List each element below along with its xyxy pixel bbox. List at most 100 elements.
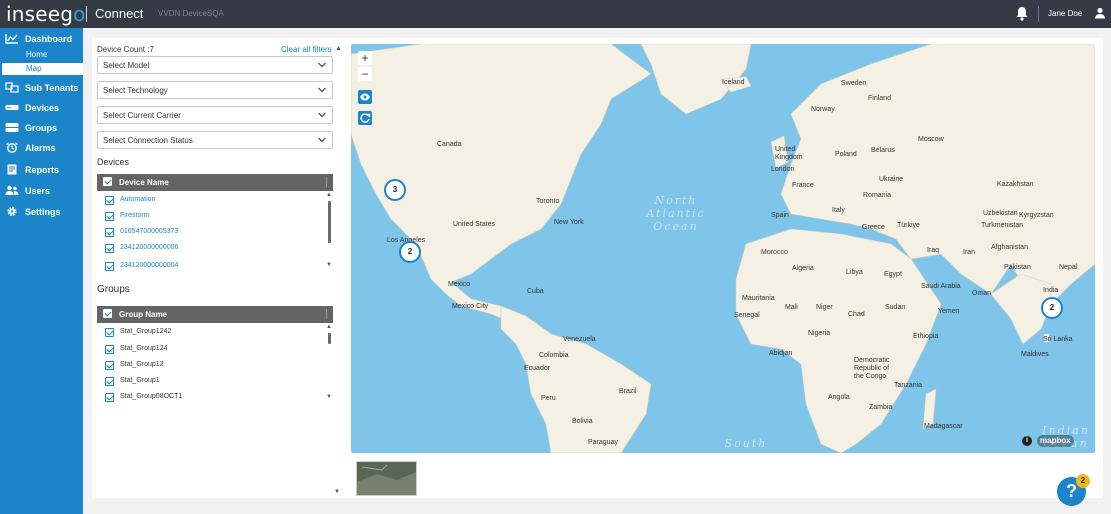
- device-row-link[interactable]: 234120000000006: [120, 244, 178, 251]
- group-checkbox[interactable]: [105, 328, 114, 337]
- sidebar-item-dashboard[interactable]: Dashboard: [0, 29, 83, 49]
- users-icon: [5, 185, 19, 195]
- sidebar-item-users[interactable]: Users: [0, 181, 83, 201]
- sidebar-subitem-label: Map: [26, 64, 42, 73]
- device-row-link[interactable]: 016547000005373: [120, 228, 178, 235]
- map-label: Iceland: [722, 79, 745, 86]
- map-label: Senegal: [734, 312, 760, 319]
- zoom-out-button[interactable]: −: [358, 67, 372, 81]
- map-label: Poland: [835, 151, 857, 158]
- technology-select[interactable]: Select Technology: [97, 81, 333, 99]
- refresh-button[interactable]: [358, 111, 372, 125]
- group-checkbox[interactable]: [105, 377, 114, 386]
- zoom-in-button[interactable]: +: [358, 51, 372, 65]
- map-label: Sweden: [841, 80, 867, 87]
- world-map[interactable]: + − North Atlantic Ocean South Indian Oc…: [351, 44, 1095, 453]
- info-icon[interactable]: i: [1022, 436, 1032, 446]
- visibility-button[interactable]: [358, 90, 372, 104]
- group-row-label: Stat_Group1: [120, 377, 160, 384]
- current-carrier-select[interactable]: Select Current Carrier: [97, 106, 333, 124]
- device-cluster-marker[interactable]: 3: [384, 179, 406, 201]
- group-row-label: Stat_Group1242: [120, 328, 172, 335]
- map-land: [351, 44, 1095, 453]
- device-checkbox[interactable]: [105, 212, 114, 221]
- ocean-label-line: North: [654, 194, 698, 207]
- sidebar-subitem-map[interactable]: Map: [2, 63, 83, 75]
- header-divider: [86, 6, 87, 22]
- device-checkbox[interactable]: [105, 244, 114, 253]
- map-label: Brazil: [619, 388, 637, 395]
- scroll-up-icon[interactable]: ▲: [326, 324, 332, 330]
- group-checkbox[interactable]: [105, 345, 114, 354]
- devices-scrollbar[interactable]: [328, 201, 331, 243]
- gear-icon: [7, 206, 17, 217]
- sidebar-item-label: Settings: [25, 207, 61, 217]
- map-label: Niger: [816, 304, 833, 311]
- chevron-down-icon: [318, 137, 326, 143]
- bell-icon[interactable]: [1015, 6, 1029, 26]
- panel-scroll-down-icon[interactable]: ▼: [334, 489, 340, 495]
- sidebar-item-alarms[interactable]: Alarms: [0, 138, 83, 158]
- alarm-icon: [6, 142, 18, 153]
- groups-scrollbar[interactable]: [328, 333, 331, 344]
- user-name[interactable]: Jane Doe: [1048, 9, 1082, 18]
- scroll-down-icon[interactable]: ▼: [326, 394, 332, 400]
- map-label: Iraq: [927, 247, 940, 254]
- map-label: Tanzania: [894, 382, 923, 389]
- device-row-link[interactable]: 234120000000004: [120, 262, 178, 269]
- satellite-view-thumbnail[interactable]: [356, 461, 417, 496]
- map-label: Nepal: [1059, 264, 1078, 271]
- tenant-name[interactable]: VVDN DeviceSQA: [158, 9, 224, 18]
- map-label: Iran: [963, 249, 976, 256]
- device-cluster-marker[interactable]: 2: [399, 241, 421, 263]
- map-label: Yemen: [938, 308, 960, 315]
- map-label: Mauritania: [742, 295, 775, 302]
- map-label: France: [792, 182, 814, 189]
- scroll-down-icon[interactable]: ▼: [326, 262, 332, 268]
- select-all-groups-checkbox[interactable]: [103, 309, 112, 318]
- group-checkbox[interactable]: [105, 361, 114, 370]
- device-checkbox[interactable]: [105, 262, 114, 271]
- user-icon[interactable]: [1094, 6, 1106, 24]
- clear-all-filters-link[interactable]: Clear all filters: [281, 45, 332, 54]
- inseego-logo[interactable]: inseego: [6, 2, 86, 26]
- device-cluster-marker[interactable]: 2: [1041, 297, 1063, 319]
- select-all-devices-checkbox[interactable]: [103, 177, 112, 186]
- group-checkbox[interactable]: [105, 393, 114, 402]
- satellite-thumbnail-image: [357, 462, 416, 495]
- top-bar: inseego Connect VVDN DeviceSQA Jane Doe: [0, 0, 1111, 28]
- chevron-down-icon: [318, 87, 326, 93]
- column-menu-icon[interactable]: [326, 177, 327, 187]
- device-checkbox[interactable]: [105, 228, 114, 237]
- sidebar-item-devices[interactable]: Devices: [0, 98, 83, 118]
- mapbox-attribution[interactable]: mapbox: [1037, 435, 1074, 447]
- map-label: Turkmenistan: [981, 222, 1024, 229]
- map-label: Sri Lanka: [1043, 336, 1073, 343]
- sidebar-item-settings[interactable]: Settings: [0, 202, 83, 222]
- connection-status-select[interactable]: Select Connection Status: [97, 131, 333, 149]
- map-label: Nigeria: [808, 330, 831, 337]
- collapse-filters-icon[interactable]: ▲: [335, 45, 342, 52]
- sidebar-subitem-home[interactable]: Home: [2, 49, 83, 61]
- device-row-link[interactable]: Firestorm: [120, 212, 150, 219]
- map-label: Canada: [437, 141, 462, 148]
- select-value: Select Current Carrier: [103, 111, 181, 120]
- map-label: Maldives: [1021, 351, 1049, 358]
- router-icon: [5, 105, 19, 110]
- sidebar-item-sub-tenants[interactable]: Sub Tenants: [0, 78, 83, 98]
- device-checkbox[interactable]: [105, 196, 114, 205]
- map-label: Paraguay: [588, 439, 618, 446]
- sidebar-item-reports[interactable]: Reports: [0, 160, 83, 180]
- map-label: Ecuador: [524, 365, 551, 372]
- ocean-label-line: Ocean: [653, 220, 699, 233]
- sidebar-item-label: Devices: [25, 103, 60, 113]
- map-label: Türkiye: [897, 222, 920, 229]
- model-select[interactable]: Select Model: [97, 56, 333, 74]
- scroll-up-icon[interactable]: ▲: [326, 192, 332, 198]
- sidebar-item-groups[interactable]: Groups: [0, 118, 83, 138]
- map-label: Finland: [868, 95, 891, 102]
- map-label: Venezuela: [563, 336, 596, 343]
- column-menu-icon[interactable]: [326, 309, 327, 319]
- map-label: Norway: [811, 106, 835, 113]
- device-row-link[interactable]: Automation: [120, 196, 155, 203]
